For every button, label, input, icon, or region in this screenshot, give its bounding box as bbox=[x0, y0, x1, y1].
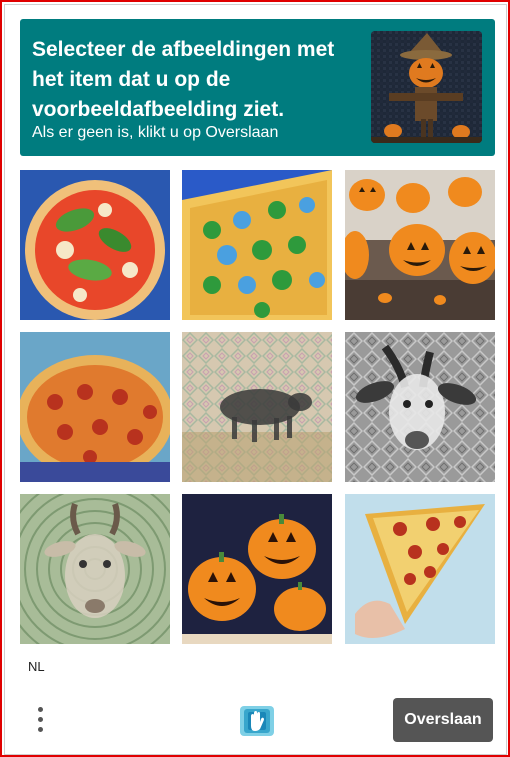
grid-tile-4-pizza[interactable] bbox=[20, 332, 170, 482]
language-selector[interactable]: NL bbox=[28, 659, 45, 674]
kebab-menu-icon[interactable] bbox=[32, 704, 52, 736]
grid-tile-5-animal[interactable] bbox=[182, 332, 332, 482]
challenge-instruction: Selecteer de afbeeldingen met het item d… bbox=[32, 38, 335, 121]
captcha-frame: Selecteer de afbeeldingen met het item d… bbox=[0, 0, 510, 757]
grid-tile-7-goat[interactable] bbox=[20, 494, 170, 644]
grid-tile-3-pumpkins[interactable] bbox=[345, 170, 495, 320]
grid-tile-6-goat[interactable] bbox=[345, 332, 495, 482]
grid-tile-2-pizza[interactable] bbox=[182, 170, 332, 320]
hcaptcha-logo-icon[interactable] bbox=[236, 702, 278, 740]
skip-button[interactable]: Overslaan bbox=[393, 698, 493, 742]
example-image-scarecrow bbox=[371, 31, 482, 143]
challenge-subtitle: Als er geen is, klikt u op Overslaan bbox=[32, 124, 279, 141]
grid-tile-8-pumpkins[interactable] bbox=[182, 494, 332, 644]
grid-tile-9-pizza[interactable] bbox=[345, 494, 495, 644]
grid-tile-1-pizza[interactable] bbox=[20, 170, 170, 320]
challenge-header: Selecteer de afbeeldingen met het item d… bbox=[20, 19, 495, 156]
